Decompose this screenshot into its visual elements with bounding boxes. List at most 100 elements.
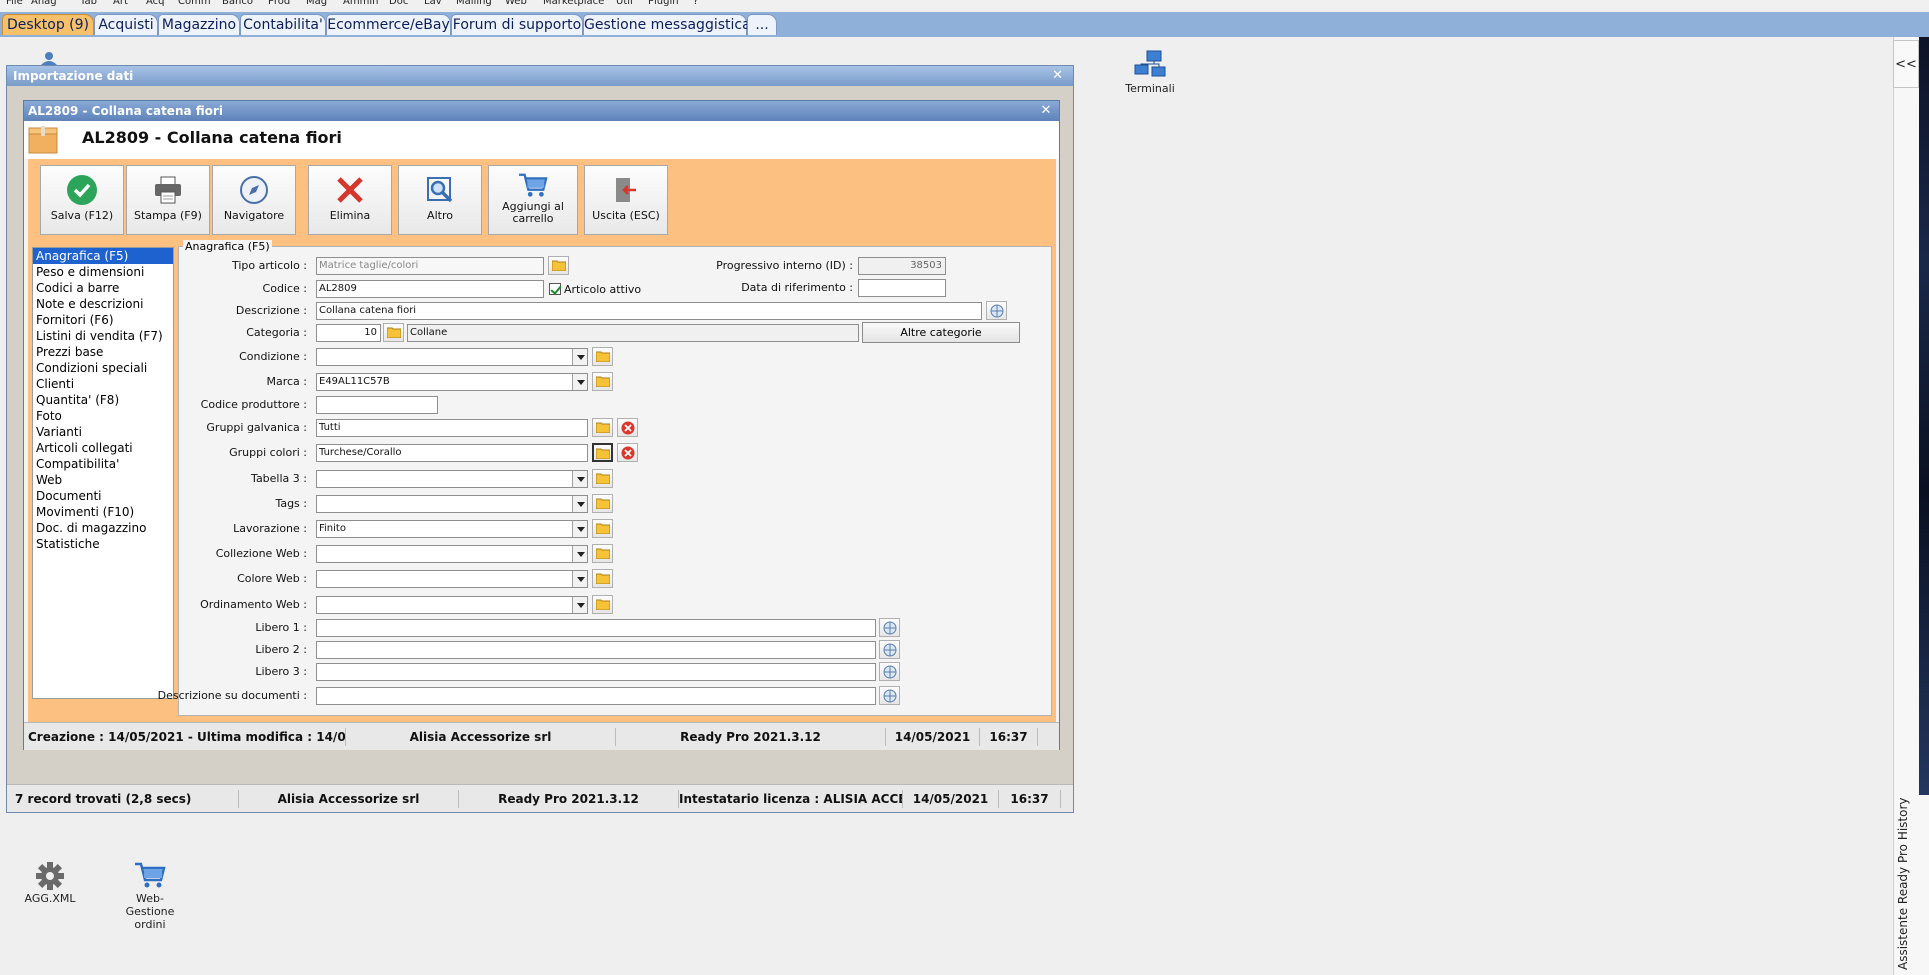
tab-magazzino[interactable]: Magazzino xyxy=(158,14,240,35)
categoria-code-field[interactable]: 10 xyxy=(316,324,381,342)
altre-categorie-button[interactable]: Altre categorie xyxy=(862,322,1020,343)
tabella-3-browse-button[interactable] xyxy=(592,469,613,488)
nav-item-note[interactable]: Note e descrizioni xyxy=(33,296,173,312)
tab-desktop[interactable]: Desktop (9) xyxy=(2,14,94,35)
desktop-icon-terminali[interactable]: Terminali xyxy=(1105,50,1195,95)
menu-file[interactable]: File xyxy=(6,0,23,8)
nav-item-articoli-collegati[interactable]: Articoli collegati xyxy=(33,440,173,456)
nav-item-compatibilita[interactable]: Compatibilita' xyxy=(33,456,173,472)
collezione-web-browse-button[interactable] xyxy=(592,544,613,563)
data-riferimento-field[interactable] xyxy=(858,279,946,297)
libero-1-translate-button[interactable] xyxy=(879,618,900,637)
tab-acquisti[interactable]: Acquisti xyxy=(94,14,158,35)
menu-mag[interactable]: Mag xyxy=(306,0,327,8)
gruppi-colori-field[interactable]: Turchese/Corallo xyxy=(316,444,588,462)
desktop-icon-web-gestione-ordini[interactable]: Web- Gestione ordini xyxy=(105,860,195,931)
nav-item-varianti[interactable]: Varianti xyxy=(33,424,173,440)
assistant-history-tabs[interactable]: Assistente Ready Pro History xyxy=(1888,760,1918,970)
print-button[interactable]: Stampa (F9) xyxy=(126,165,210,235)
nav-item-doc-magazzino[interactable]: Doc. di magazzino xyxy=(33,520,173,536)
condizione-select[interactable] xyxy=(316,348,588,366)
navigator-button[interactable]: Navigatore xyxy=(212,165,296,235)
marca-browse-button[interactable] xyxy=(592,372,613,391)
tab-more[interactable]: ... xyxy=(747,14,777,35)
menu-marketplace[interactable]: Marketplace xyxy=(543,0,604,8)
nav-item-foto[interactable]: Foto xyxy=(33,408,173,424)
section-list[interactable]: Anagrafica (F5) Peso e dimensioni Codici… xyxy=(32,247,174,699)
menu-art[interactable]: Art xyxy=(113,0,128,8)
menu-prod[interactable]: Prod xyxy=(268,0,290,8)
menu-plugin[interactable]: Plugin xyxy=(648,0,679,8)
galvanica-clear-button[interactable] xyxy=(617,418,638,437)
chevron-down-icon[interactable] xyxy=(572,471,587,487)
libero-2-field[interactable] xyxy=(316,641,876,659)
nav-item-fornitori[interactable]: Fornitori (F6) xyxy=(33,312,173,328)
close-icon[interactable]: ✕ xyxy=(1052,69,1063,83)
colore-web-browse-button[interactable] xyxy=(592,569,613,588)
articolo-attivo-checkbox[interactable] xyxy=(549,283,561,295)
menu-acq[interactable]: Acq xyxy=(146,0,165,8)
chevron-down-icon[interactable] xyxy=(572,521,587,537)
marca-select[interactable]: E49AL11C57B xyxy=(316,373,588,391)
nav-item-web[interactable]: Web xyxy=(33,472,173,488)
lavorazione-browse-button[interactable] xyxy=(592,519,613,538)
nav-item-condizioni[interactable]: Condizioni speciali xyxy=(33,360,173,376)
nav-item-clienti[interactable]: Clienti xyxy=(33,376,173,392)
colore-web-select[interactable] xyxy=(316,570,588,588)
tab-forum[interactable]: Forum di supporto xyxy=(451,14,583,35)
nav-item-quantita[interactable]: Quantita' (F8) xyxy=(33,392,173,408)
menu-ammin[interactable]: Ammin xyxy=(343,0,378,8)
descrizione-field[interactable]: Collana catena fiori xyxy=(316,302,982,320)
menu-tab[interactable]: Tab xyxy=(80,0,97,8)
nav-item-prezzi-base[interactable]: Prezzi base xyxy=(33,344,173,360)
tags-browse-button[interactable] xyxy=(592,494,613,513)
descrizione-translate-button[interactable] xyxy=(986,301,1007,320)
tabella-3-select[interactable] xyxy=(316,470,588,488)
delete-button[interactable]: Elimina xyxy=(308,165,392,235)
menu-doc[interactable]: Doc xyxy=(389,0,408,8)
desktop-icon-agg-xml[interactable]: AGG.XML xyxy=(5,860,95,905)
vertical-tab-label[interactable]: Assistente Ready Pro History xyxy=(1896,760,1910,970)
menu-web[interactable]: Web xyxy=(505,0,527,8)
galvanica-browse-button[interactable] xyxy=(592,418,613,437)
libero-2-translate-button[interactable] xyxy=(879,640,900,659)
nav-item-movimenti[interactable]: Movimenti (F10) xyxy=(33,504,173,520)
nav-item-codici-barre[interactable]: Codici a barre xyxy=(33,280,173,296)
libero-3-translate-button[interactable] xyxy=(879,662,900,681)
close-icon[interactable]: ✕ xyxy=(1039,104,1053,118)
codice-field[interactable]: AL2809 xyxy=(316,280,544,298)
tab-contabilita[interactable]: Contabilita' xyxy=(240,14,326,35)
menu-help[interactable]: ? xyxy=(693,0,698,8)
menu-comm[interactable]: Comm xyxy=(178,0,211,8)
menu-util[interactable]: Util xyxy=(616,0,633,8)
chevron-down-icon[interactable] xyxy=(572,496,587,512)
exit-button[interactable]: Uscita (ESC) xyxy=(584,165,668,235)
descrizione-documenti-field[interactable] xyxy=(316,687,876,705)
tab-ecommerce[interactable]: Ecommerce/eBay xyxy=(326,14,451,35)
chevron-down-icon[interactable] xyxy=(572,546,587,562)
chevron-down-icon[interactable] xyxy=(572,374,587,390)
chevron-down-icon[interactable] xyxy=(572,597,587,613)
tab-messaggistica[interactable]: Gestione messaggistica xyxy=(583,14,751,35)
lavorazione-select[interactable]: Finito xyxy=(316,520,588,538)
nav-item-peso[interactable]: Peso e dimensioni xyxy=(33,264,173,280)
ordinamento-web-select[interactable] xyxy=(316,596,588,614)
tipo-articolo-field[interactable]: Matrice taglie/colori xyxy=(316,257,544,275)
gruppi-galvanica-field[interactable]: Tutti xyxy=(316,419,588,437)
menu-lav[interactable]: Lav xyxy=(424,0,442,8)
menu-banco[interactable]: Banco xyxy=(222,0,253,8)
add-to-cart-button[interactable]: Aggiungi al carrello xyxy=(488,165,578,235)
nav-item-documenti[interactable]: Documenti xyxy=(33,488,173,504)
categoria-browse-button[interactable] xyxy=(383,323,404,342)
libero-3-field[interactable] xyxy=(316,663,876,681)
condizione-browse-button[interactable] xyxy=(592,347,613,366)
tags-select[interactable] xyxy=(316,495,588,513)
ordinamento-web-browse-button[interactable] xyxy=(592,595,613,614)
save-button[interactable]: Salva (F12) xyxy=(40,165,124,235)
menu-mailing[interactable]: Mailing xyxy=(456,0,492,8)
libero-1-field[interactable] xyxy=(316,619,876,637)
menu-anag[interactable]: Anag xyxy=(31,0,57,8)
codice-produttore-field[interactable] xyxy=(316,396,438,414)
chevron-down-icon[interactable] xyxy=(572,349,587,365)
other-button[interactable]: Altro xyxy=(398,165,482,235)
